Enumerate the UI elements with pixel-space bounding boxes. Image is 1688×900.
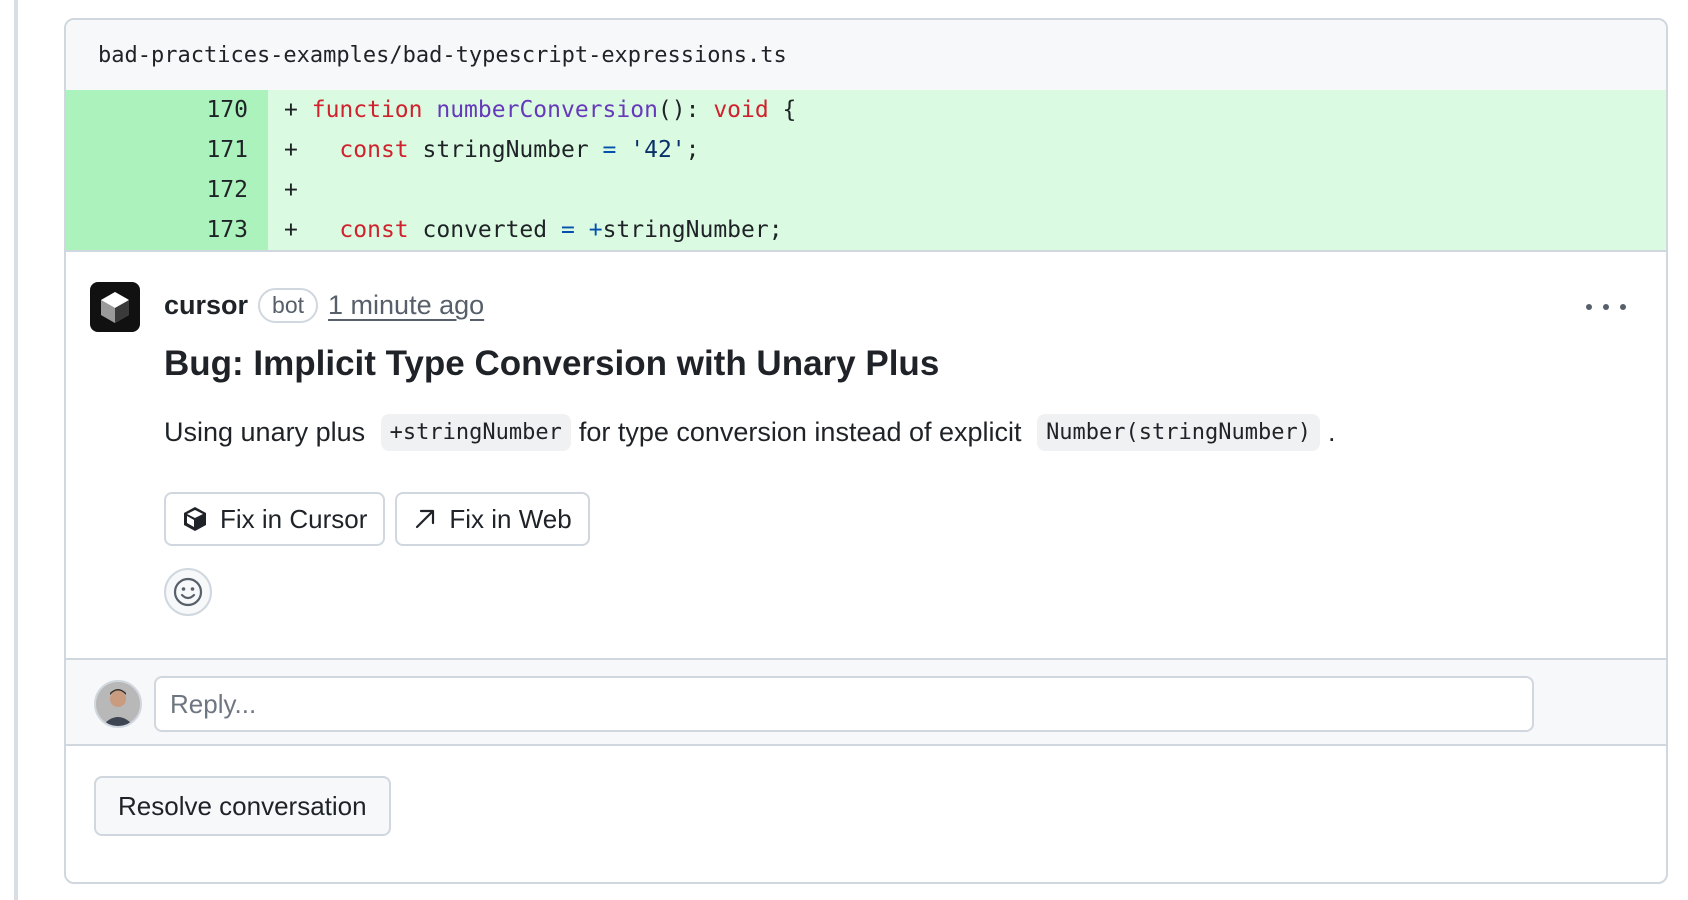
body-text: Using unary plus: [164, 417, 366, 447]
body-text: .: [1327, 417, 1336, 447]
comment-author[interactable]: cursor: [164, 290, 248, 321]
kebab-horizontal-icon[interactable]: [1586, 292, 1626, 322]
diff-line: 173 + const converted = +stringNumber;: [66, 210, 1666, 250]
file-path-header[interactable]: bad-practices-examples/bad-typescript-ex…: [66, 20, 1666, 90]
diff-add-marker: +: [284, 137, 298, 163]
code-token: function: [311, 97, 423, 123]
add-reaction-button[interactable]: [164, 568, 212, 616]
resolve-conversation-button[interactable]: Resolve conversation: [94, 776, 391, 836]
code-token: +: [588, 217, 603, 243]
code-token: const: [339, 137, 409, 163]
resolve-area: Resolve conversation: [66, 746, 1666, 868]
review-comment: cursor bot 1 minute ago Bug: Implicit Ty…: [66, 252, 1666, 658]
timeline-rail: [14, 0, 18, 900]
comment-timestamp[interactable]: 1 minute ago: [328, 290, 484, 321]
comment-actions: Fix in Cursor Fix in Web: [164, 492, 590, 546]
user-photo-icon: [96, 682, 140, 726]
code-token: const: [339, 217, 409, 243]
fix-in-cursor-button[interactable]: Fix in Cursor: [164, 492, 386, 546]
review-thread: bad-practices-examples/bad-typescript-ex…: [64, 18, 1668, 884]
avatar[interactable]: [94, 680, 142, 728]
comment-body: Using unary plus +stringNumber for type …: [164, 414, 1335, 451]
diff-hunk: 170 + function numberConversion(): void {…: [66, 90, 1666, 250]
code-token: ():: [657, 97, 714, 123]
code-token: =: [560, 217, 575, 243]
line-number[interactable]: 173: [66, 210, 268, 250]
fix-in-web-button[interactable]: Fix in Web: [395, 492, 590, 546]
code-token: void: [713, 97, 769, 123]
cursor-cube-icon: [101, 292, 129, 323]
comment-title: Bug: Implicit Type Conversion with Unary…: [164, 344, 940, 383]
comment-header: cursor bot 1 minute ago: [164, 288, 484, 323]
fix-in-cursor-label: Fix in Cursor: [220, 503, 368, 534]
arrow-up-right-icon: [416, 509, 435, 529]
diff-add-marker: +: [284, 177, 298, 203]
reply-input[interactable]: [154, 676, 1534, 732]
code-line: + const stringNumber = '42';: [268, 130, 1666, 170]
cursor-bot-avatar[interactable]: [90, 282, 140, 332]
code-line: + function numberConversion(): void {: [268, 90, 1666, 130]
body-text: for type conversion instead of explicit: [578, 417, 1022, 447]
code-line: +: [268, 170, 1666, 210]
diff-line: 171 + const stringNumber = '42';: [66, 130, 1666, 170]
diff-add-marker: +: [284, 217, 298, 243]
code-token: converted: [408, 217, 561, 243]
diff-line: 170 + function numberConversion(): void {: [66, 90, 1666, 130]
smiley-icon: [173, 577, 203, 607]
inline-code: Number(stringNumber): [1037, 414, 1320, 451]
diff-line: 172 +: [66, 170, 1666, 210]
code-token: stringNumber: [408, 137, 603, 163]
inline-code: +stringNumber: [380, 414, 571, 451]
code-line: + const converted = +stringNumber;: [268, 210, 1666, 250]
code-token: stringNumber;: [602, 217, 783, 243]
line-number[interactable]: 170: [66, 90, 268, 130]
diff-add-marker: +: [284, 97, 298, 123]
code-token: =: [602, 137, 617, 163]
bot-badge: bot: [258, 288, 319, 323]
code-token: {: [768, 97, 797, 123]
fix-in-web-label: Fix in Web: [449, 503, 572, 534]
code-token: numberConversion: [436, 97, 658, 123]
file-path[interactable]: bad-practices-examples/bad-typescript-ex…: [98, 43, 787, 68]
line-number[interactable]: 171: [66, 130, 268, 170]
cube-icon: [184, 507, 206, 531]
line-number[interactable]: 172: [66, 170, 268, 210]
reply-row: [66, 658, 1666, 746]
code-token: '42': [630, 137, 686, 163]
code-token: ;: [685, 137, 700, 163]
